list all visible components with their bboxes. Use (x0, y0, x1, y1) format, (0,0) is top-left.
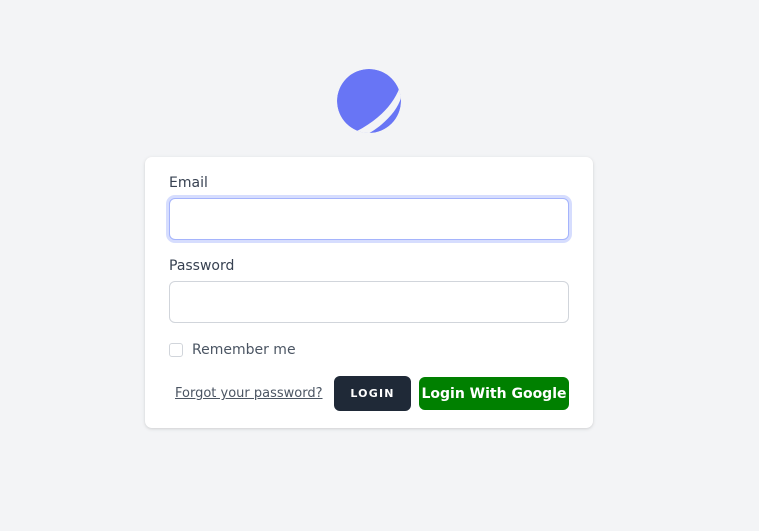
remember-me-checkbox[interactable] (169, 343, 183, 357)
login-card: Email Password Remember me Forgot your p… (145, 157, 593, 428)
planet-logo-icon[interactable] (336, 69, 402, 133)
forgot-password-link[interactable]: Forgot your password? (175, 386, 323, 401)
login-button[interactable]: LOGIN (334, 376, 411, 411)
remember-me-row: Remember me (169, 342, 296, 358)
email-label: Email (169, 175, 208, 191)
email-input[interactable] (169, 198, 569, 240)
remember-me-label[interactable]: Remember me (192, 342, 296, 358)
password-input[interactable] (169, 281, 569, 323)
password-label: Password (169, 258, 235, 274)
login-with-google-button[interactable]: Login With Google (419, 377, 569, 410)
